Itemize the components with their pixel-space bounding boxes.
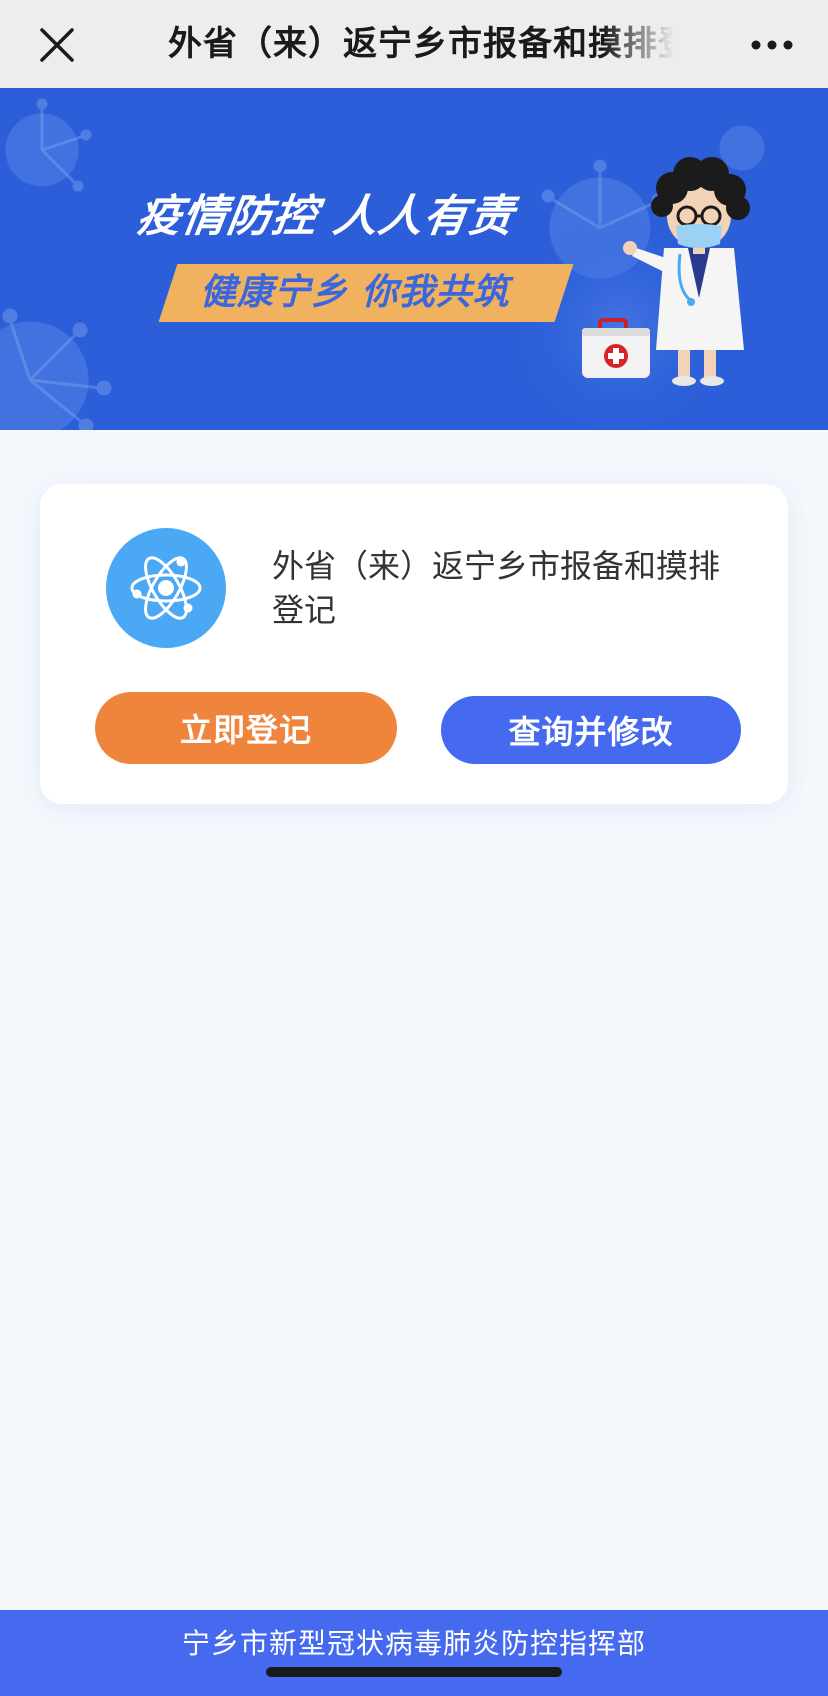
footer-bar: 宁乡市新型冠状病毒肺炎防控指挥部 [0, 1610, 828, 1696]
more-horizontal-icon[interactable] [748, 30, 798, 60]
page-title: 外省（来）返宁乡市报备和摸排登记 [168, 24, 674, 64]
register-now-button[interactable]: 立即登记 [95, 692, 397, 764]
atom-icon [106, 528, 226, 648]
top-navigation-bar: 外省（来）返宁乡市报备和摸排登记 [0, 0, 828, 88]
first-aid-kit-icon [582, 318, 650, 378]
banner-slogan-secondary: 健康宁乡 你我共筑 [200, 272, 510, 313]
card-title: 外省（来）返宁乡市报备和摸排登记 [272, 547, 721, 629]
query-and-edit-button[interactable]: 查询并修改 [441, 696, 741, 764]
banner-background [0, 88, 828, 430]
close-icon[interactable] [36, 24, 78, 66]
footer-organization-text: 宁乡市新型冠状病毒肺炎防控指挥部 [181, 1627, 646, 1660]
home-indicator[interactable] [266, 1667, 562, 1677]
registration-card: 外省（来）返宁乡市报备和摸排登记 立即登记 查询并修改 [40, 484, 788, 804]
banner-slogan-primary: 疫情防控 人人有责 [133, 191, 518, 242]
campaign-banner: 疫情防控 人人有责 健康宁乡 你我共筑 [0, 88, 828, 430]
